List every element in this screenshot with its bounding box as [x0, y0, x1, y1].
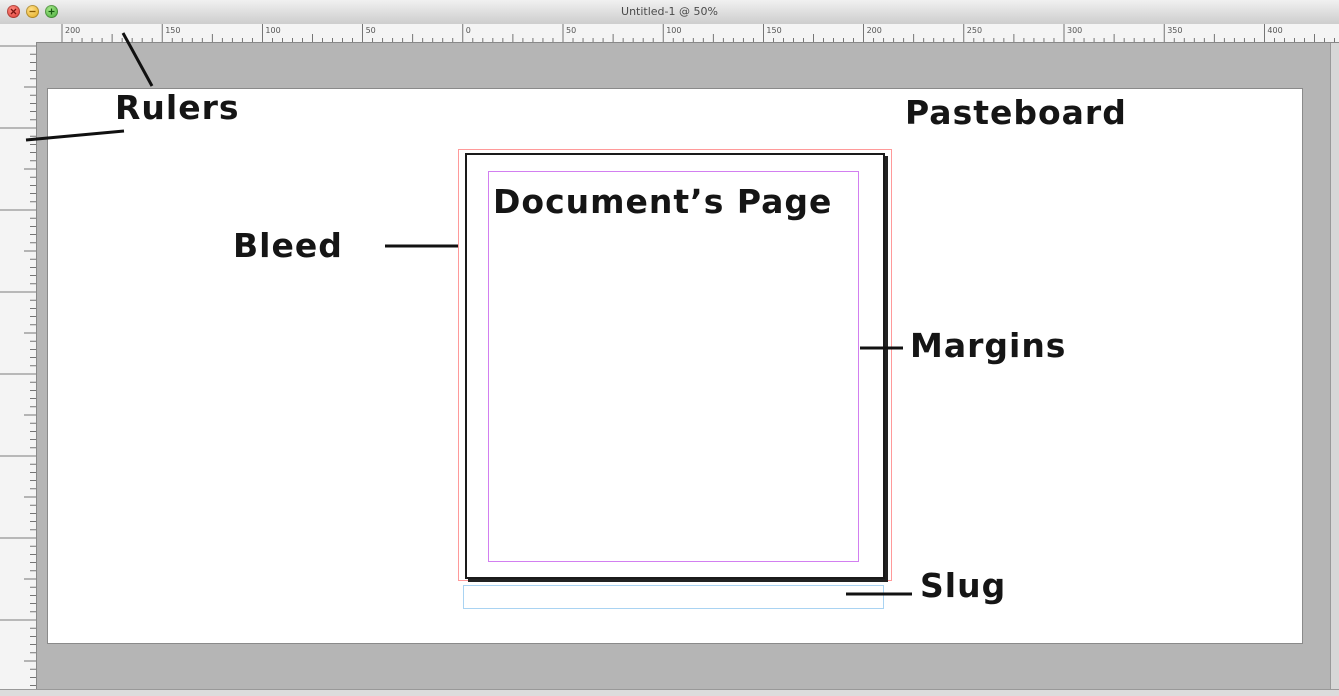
annotation-leader-lines	[25, 32, 912, 596]
rulers-leader-top	[121, 32, 154, 87]
rulers-leader-left	[25, 129, 125, 142]
